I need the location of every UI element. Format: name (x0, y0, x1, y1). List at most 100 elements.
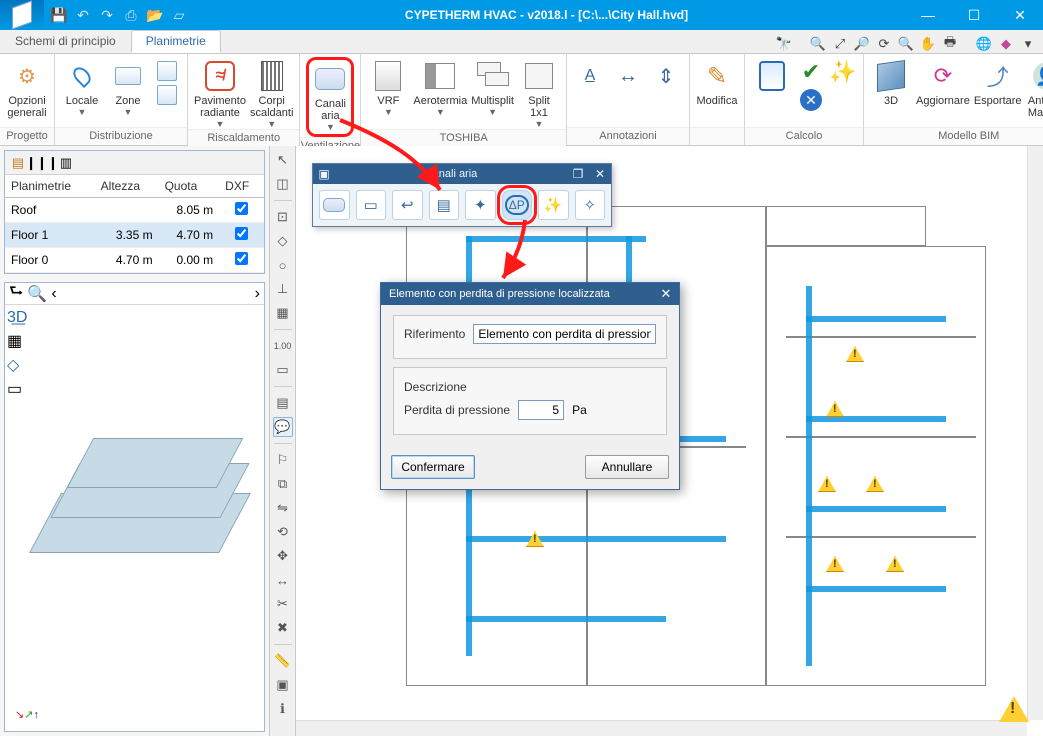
view-iso-icon[interactable]: ◇ (7, 355, 27, 375)
dxf-checkbox[interactable] (235, 202, 248, 215)
stretch-icon[interactable]: ↔ (273, 570, 293, 590)
btn-confermare[interactable]: Confermare (391, 455, 475, 479)
close-button[interactable]: ✕ (997, 0, 1043, 30)
btn-distrib-2[interactable] (153, 83, 181, 105)
dxf-checkbox[interactable] (235, 252, 248, 265)
tab-schemi[interactable]: Schemi di principio (0, 30, 131, 53)
input-perdita[interactable] (518, 400, 564, 420)
btn-corpi-scaldanti[interactable]: Corpi scaldanti ▼ (250, 57, 293, 129)
btn-vrf[interactable]: VRF▼ (367, 57, 409, 117)
zoom-icon[interactable]: 🔍 (27, 284, 47, 304)
snap-perp-icon[interactable]: ⊥ (273, 279, 293, 299)
flag-icon[interactable]: ⚐ (273, 450, 293, 470)
btn-modifica[interactable]: ✎Modifica (696, 57, 738, 107)
btn-calc[interactable] (751, 57, 793, 93)
col-altezza[interactable]: Altezza (95, 175, 159, 198)
app-logo[interactable] (0, 0, 44, 30)
btn-distrib-1[interactable] (153, 59, 181, 81)
floating-toolbar-canali-aria[interactable]: ▣ Canali aria ❐ ✕ ▭ ↩ ▤ ✦ ΔP ✨ ✧ (312, 163, 612, 227)
comment-icon[interactable]: 💬 (273, 417, 293, 437)
print-view-icon[interactable]: 🖶 (941, 35, 959, 53)
maximize-button[interactable]: ☐ (951, 0, 997, 30)
cursor-icon[interactable]: ↖ (273, 150, 293, 170)
fb-duct-turn[interactable]: ↩ (392, 190, 423, 220)
area-icon[interactable]: ▣ (273, 675, 293, 695)
scroll-right-icon[interactable]: › (255, 285, 260, 303)
table-row[interactable]: Floor 0 4.70 m 0.00 m (5, 248, 264, 273)
copy-icon[interactable]: ⧉ (273, 474, 293, 494)
snap-end-icon[interactable]: ⊡ (273, 207, 293, 227)
trim-icon[interactable]: ✂ (273, 594, 293, 614)
view-arrow-icon[interactable]: ⮑ (9, 280, 23, 307)
col-planimetrie[interactable]: Planimetrie (5, 175, 95, 198)
snap-mid-icon[interactable]: ◇ (273, 231, 293, 251)
zoom-window-icon[interactable]: 🔍 (809, 35, 827, 53)
btn-canali-aria[interactable]: Canali aria ▼ (306, 57, 354, 137)
fb-wand1[interactable]: ✨ (538, 190, 569, 220)
btn-aggiornare[interactable]: ⟳Aggiornare (916, 57, 970, 107)
fb-deltap[interactable]: ΔP (502, 190, 533, 220)
undo-icon[interactable]: ↶ (74, 6, 92, 24)
fb-duct-straight[interactable] (319, 190, 350, 220)
btn-user[interactable]: 👤Antonio Marotta (1026, 57, 1043, 119)
btn-annullare[interactable]: Annullare (585, 455, 669, 479)
btn-ann-text[interactable]: A̲ (573, 57, 607, 93)
canvas-v-scrollbar[interactable] (1027, 146, 1043, 720)
canvas-h-scrollbar[interactable] (296, 720, 1027, 736)
fb-duct-rect[interactable]: ▭ (356, 190, 387, 220)
col-dxf[interactable]: DXF (219, 175, 264, 198)
zoom-extent-icon[interactable]: ⤢ (831, 35, 849, 53)
btn-pavimento-radiante[interactable]: ≉ Pavimento radiante ▼ (194, 57, 246, 129)
fb-grille[interactable]: ▤ (429, 190, 460, 220)
save-icon[interactable]: 💾 (50, 6, 68, 24)
select-icon[interactable]: ◫ (273, 174, 293, 194)
refresh-icon[interactable]: ⟳ (875, 35, 893, 53)
col-quota[interactable]: Quota (159, 175, 220, 198)
dxf-checkbox[interactable] (235, 227, 248, 240)
floatbar-sys-icon[interactable]: ▣ (313, 167, 335, 181)
delete-icon[interactable]: ✖ (273, 618, 293, 638)
input-riferimento[interactable] (473, 324, 656, 344)
btn-esportare[interactable]: ⤴Esportare (974, 57, 1022, 107)
minimize-button[interactable]: — (905, 0, 951, 30)
dialog-close-icon[interactable]: ✕ (655, 286, 677, 302)
binoculars-icon[interactable]: 🔭 (775, 35, 793, 53)
view-top-icon[interactable]: ▦ (7, 331, 27, 351)
print-icon[interactable]: ⎙ (122, 6, 140, 24)
btn-opzioni-generali[interactable]: ⚙ Opzioni generali (6, 57, 48, 119)
dialog-titlebar[interactable]: Elemento con perdita di pressione locali… (381, 283, 679, 305)
pan-icon[interactable]: ✋ (919, 35, 937, 53)
rotate-icon[interactable]: ⟲ (273, 522, 293, 542)
ortho-icon[interactable]: ▭ (273, 360, 293, 380)
scale-icon[interactable]: 1.00 (273, 336, 293, 356)
tab-planimetrie[interactable]: Planimetrie (131, 30, 221, 53)
export2-icon[interactable]: ▱ (170, 6, 188, 24)
help-icon[interactable]: ◆ (997, 35, 1015, 53)
barcode-icon[interactable]: ❙❙❙ (33, 154, 51, 172)
open-icon[interactable]: 📂 (146, 6, 164, 24)
btn-wand[interactable]: ✨ (829, 57, 857, 85)
new-plan-icon[interactable]: ▤ (9, 154, 27, 172)
snap-grid-icon[interactable]: ▦ (273, 303, 293, 323)
btn-aerotermia[interactable]: Aerotermia▼ (413, 57, 467, 117)
fb-wand2[interactable]: ✧ (575, 190, 606, 220)
btn-check[interactable]: ✔ (797, 57, 825, 85)
scroll-left-icon[interactable]: ‹ (51, 285, 56, 303)
measure-icon[interactable]: 📏 (273, 651, 293, 671)
btn-multisplit[interactable]: Multisplit▼ (471, 57, 514, 117)
zoom-prev-icon[interactable]: 🔍 (897, 35, 915, 53)
globe-icon[interactable]: 🌐 (975, 35, 993, 53)
about-icon[interactable]: ▾ (1019, 35, 1037, 53)
table-row[interactable]: Roof 8.05 m (5, 198, 264, 223)
btn-3d[interactable]: 3D (870, 57, 912, 107)
redo-icon[interactable]: ↷ (98, 6, 116, 24)
btn-ann-dim2[interactable]: ⇕ (649, 57, 683, 93)
view-3d-icon[interactable]: 3͟D (7, 309, 27, 327)
btn-zone[interactable]: Zone ▼ (107, 57, 149, 117)
table-row[interactable]: Floor 1 3.35 m 4.70 m (5, 223, 264, 248)
layer-icon[interactable]: ▤ (273, 393, 293, 413)
zoom-in-icon[interactable]: 🔎 (853, 35, 871, 53)
view-persp-icon[interactable]: ▭ (7, 379, 27, 399)
btn-locale[interactable]: Locale ▼ (61, 57, 103, 117)
fb-diffuser[interactable]: ✦ (465, 190, 496, 220)
